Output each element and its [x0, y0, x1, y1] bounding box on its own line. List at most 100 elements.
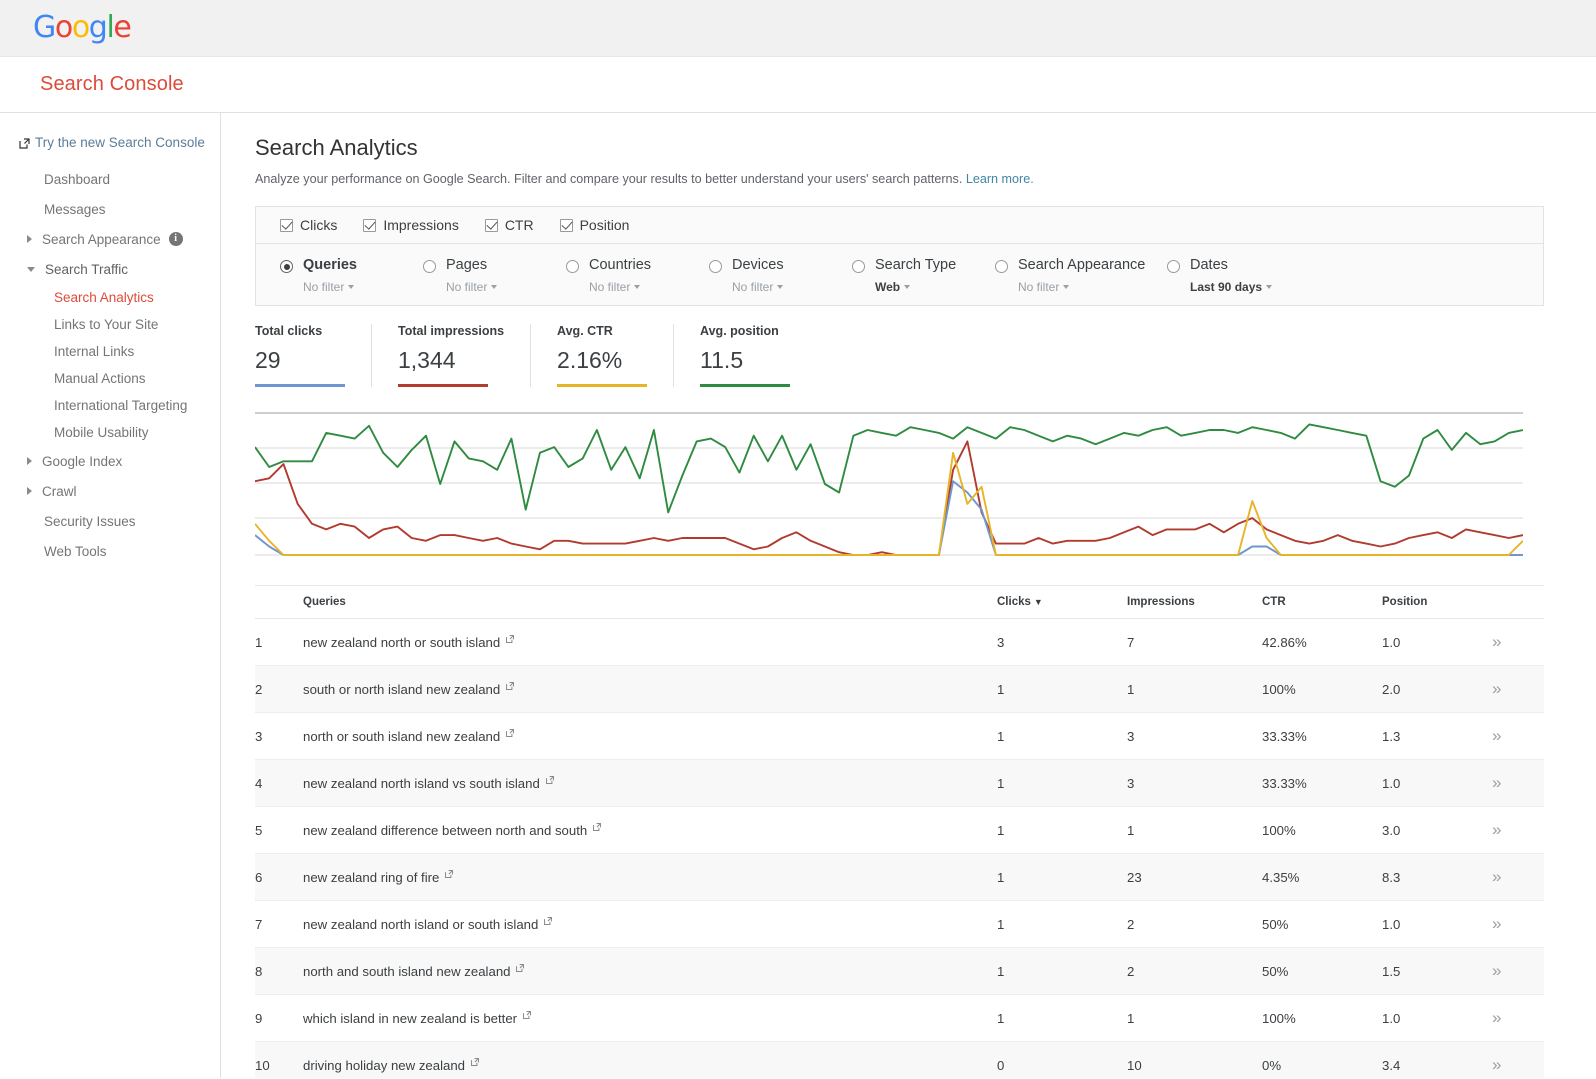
- chevron-right-icon[interactable]: [27, 457, 32, 465]
- dimension-filter-dropdown[interactable]: No filter: [589, 280, 651, 294]
- row-query[interactable]: north and south island new zealand: [303, 947, 997, 995]
- external-link-icon[interactable]: [470, 1055, 480, 1066]
- row-query-text[interactable]: south or north island new zealand: [303, 682, 500, 697]
- dimension-filter-dropdown[interactable]: Last 90 days: [1190, 280, 1273, 294]
- sidebar-item-web-tools[interactable]: Web Tools: [0, 536, 220, 566]
- sidebar-item-search-analytics[interactable]: Search Analytics: [0, 284, 220, 311]
- row-query[interactable]: which island in new zealand is better: [303, 994, 997, 1042]
- sidebar-item-google-index[interactable]: Google Index: [0, 446, 220, 476]
- external-link-icon[interactable]: [543, 914, 553, 925]
- double-chevron-right-icon[interactable]: »: [1492, 961, 1502, 980]
- dimension-countries[interactable]: Countries No filter: [566, 257, 709, 294]
- info-icon[interactable]: i: [168, 232, 183, 246]
- external-link-icon[interactable]: [505, 679, 515, 690]
- row-query-text[interactable]: new zealand ring of fire: [303, 870, 439, 885]
- metric-avg-position[interactable]: Avg. position 11.5: [673, 324, 816, 387]
- double-chevron-right-icon[interactable]: »: [1492, 1055, 1502, 1074]
- radio-icon[interactable]: [852, 260, 865, 273]
- sidebar-item-try-new-search-console[interactable]: Try the new Search Console: [0, 127, 220, 157]
- table-row[interactable]: 10 driving holiday new zealand 0 10 0% 3.4»: [255, 1041, 1544, 1078]
- row-query[interactable]: new zealand north island or south island: [303, 900, 997, 948]
- sidebar-item-dashboard[interactable]: Dashboard: [0, 164, 220, 194]
- sidebar-item-crawl[interactable]: Crawl: [0, 476, 220, 506]
- double-chevron-right-icon[interactable]: »: [1492, 820, 1502, 839]
- row-query-text[interactable]: new zealand north island or south island: [303, 917, 538, 932]
- row-expand-button[interactable]: »: [1492, 712, 1544, 760]
- dimension-search-type[interactable]: Search Type Web: [852, 257, 995, 294]
- col-queries[interactable]: Queries: [303, 585, 997, 619]
- checkbox-ctr[interactable]: CTR: [484, 217, 534, 233]
- learn-more-link[interactable]: Learn more.: [966, 172, 1034, 186]
- sidebar-item-search-traffic[interactable]: Search Traffic: [0, 254, 220, 284]
- sidebar-item-internal-links[interactable]: Internal Links: [0, 338, 220, 365]
- dimension-dates[interactable]: Dates Last 90 days: [1167, 257, 1310, 294]
- double-chevron-right-icon[interactable]: »: [1492, 679, 1502, 698]
- row-query-text[interactable]: north or south island new zealand: [303, 729, 500, 744]
- metric-avg-ctr[interactable]: Avg. CTR 2.16%: [530, 324, 673, 387]
- col-clicks[interactable]: Clicks ▼: [997, 585, 1127, 619]
- row-expand-button[interactable]: »: [1492, 1041, 1544, 1078]
- metric-total-clicks[interactable]: Total clicks 29: [255, 324, 371, 387]
- double-chevron-right-icon[interactable]: »: [1492, 726, 1502, 745]
- col-impressions[interactable]: Impressions: [1127, 585, 1262, 619]
- google-logo[interactable]: Google: [33, 13, 132, 43]
- external-link-icon[interactable]: [515, 961, 525, 972]
- col-position[interactable]: Position: [1382, 585, 1492, 619]
- radio-icon[interactable]: [709, 260, 722, 273]
- row-query[interactable]: new zealand north island vs south island: [303, 759, 997, 807]
- table-row[interactable]: 1 new zealand north or south island 3 7 42.8…: [255, 618, 1544, 666]
- row-expand-button[interactable]: »: [1492, 853, 1544, 901]
- table-row[interactable]: 7 new zealand north island or south islan…: [255, 900, 1544, 948]
- row-expand-button[interactable]: »: [1492, 665, 1544, 713]
- metric-total-impressions[interactable]: Total impressions 1,344: [371, 324, 530, 387]
- row-query-text[interactable]: north and south island new zealand: [303, 964, 510, 979]
- dimension-filter-dropdown[interactable]: No filter: [446, 280, 498, 294]
- external-link-icon[interactable]: [505, 726, 515, 737]
- row-query[interactable]: south or north island new zealand: [303, 665, 997, 713]
- row-expand-button[interactable]: »: [1492, 947, 1544, 995]
- sidebar-item-manual-actions[interactable]: Manual Actions: [0, 365, 220, 392]
- row-query-text[interactable]: driving holiday new zealand: [303, 1058, 465, 1073]
- row-query-text[interactable]: new zealand difference between north and…: [303, 823, 587, 838]
- row-expand-button[interactable]: »: [1492, 900, 1544, 948]
- dimension-filter-dropdown[interactable]: No filter: [1018, 280, 1145, 294]
- chevron-right-icon[interactable]: [27, 487, 32, 495]
- col-ctr[interactable]: CTR: [1262, 585, 1382, 619]
- external-link-icon[interactable]: [545, 773, 555, 784]
- row-query-text[interactable]: new zealand north island vs south island: [303, 776, 540, 791]
- sidebar-item-search-appearance[interactable]: Search Appearance i: [0, 224, 220, 254]
- double-chevron-right-icon[interactable]: »: [1492, 773, 1502, 792]
- row-query-text[interactable]: which island in new zealand is better: [303, 1011, 517, 1026]
- row-expand-button[interactable]: »: [1492, 994, 1544, 1042]
- checkbox-impressions[interactable]: Impressions: [363, 217, 459, 233]
- table-row[interactable]: 5 new zealand difference between north an…: [255, 806, 1544, 854]
- table-row[interactable]: 3 north or south island new zealand 1 3 33.3…: [255, 712, 1544, 760]
- double-chevron-right-icon[interactable]: »: [1492, 867, 1502, 886]
- radio-icon[interactable]: [995, 260, 1008, 273]
- external-link-icon[interactable]: [592, 820, 602, 831]
- dimension-queries[interactable]: Queries No filter: [280, 257, 423, 294]
- external-link-icon[interactable]: [505, 632, 515, 643]
- external-link-icon[interactable]: [522, 1008, 532, 1019]
- double-chevron-right-icon[interactable]: »: [1492, 632, 1502, 651]
- dimension-filter-dropdown[interactable]: No filter: [732, 280, 784, 294]
- row-expand-button[interactable]: »: [1492, 618, 1544, 666]
- checkbox-clicks[interactable]: Clicks: [280, 217, 337, 233]
- table-row[interactable]: 2 south or north island new zealand 1 1 100%…: [255, 665, 1544, 713]
- double-chevron-right-icon[interactable]: »: [1492, 1008, 1502, 1027]
- double-chevron-right-icon[interactable]: »: [1492, 914, 1502, 933]
- radio-icon[interactable]: [566, 260, 579, 273]
- radio-icon[interactable]: [280, 260, 293, 273]
- checkbox-position[interactable]: Position: [559, 217, 629, 233]
- row-query-text[interactable]: new zealand north or south island: [303, 635, 500, 650]
- row-expand-button[interactable]: »: [1492, 759, 1544, 807]
- table-row[interactable]: 9 which island in new zealand is better 1 1…: [255, 994, 1544, 1042]
- table-row[interactable]: 8 north and south island new zealand 1 2 50%…: [255, 947, 1544, 995]
- chevron-right-icon[interactable]: [27, 235, 32, 243]
- row-query[interactable]: driving holiday new zealand: [303, 1041, 997, 1078]
- row-query[interactable]: new zealand ring of fire: [303, 853, 997, 901]
- product-title[interactable]: Search Console: [40, 73, 184, 96]
- external-link-icon[interactable]: [444, 867, 454, 878]
- sidebar-item-international-targeting[interactable]: International Targeting: [0, 392, 220, 419]
- row-query[interactable]: new zealand difference between north and…: [303, 806, 997, 854]
